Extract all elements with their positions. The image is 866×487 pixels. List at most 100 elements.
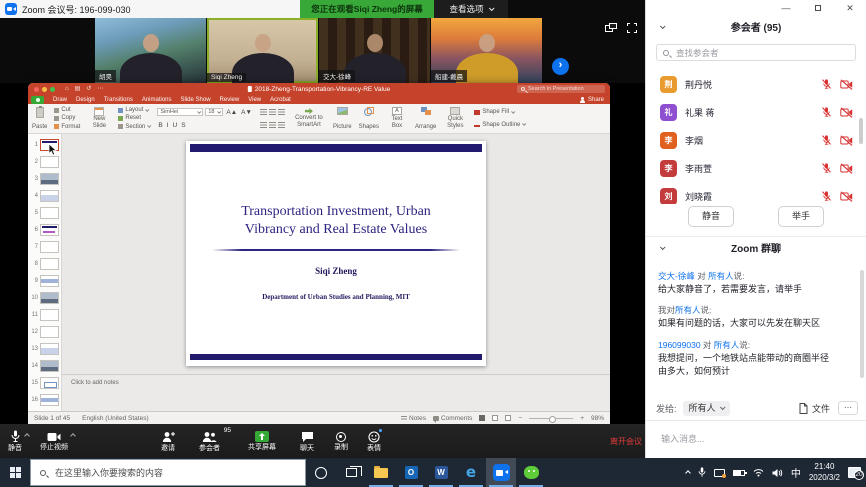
cortana-button[interactable]: [306, 458, 336, 487]
start-button[interactable]: [0, 458, 30, 487]
slide-sorter-view-button[interactable]: [492, 415, 498, 421]
layout-button[interactable]: Layout: [118, 107, 150, 113]
convert-smartart-button[interactable]: Convert to SmartArt: [292, 106, 326, 131]
participant-row[interactable]: 李 李烟: [646, 126, 866, 154]
slide-thumbnail[interactable]: 3: [28, 170, 61, 187]
word-button[interactable]: W: [426, 458, 456, 487]
file-explorer-button[interactable]: [366, 458, 396, 487]
font-size-select[interactable]: 18: [205, 108, 223, 116]
current-slide[interactable]: Transportation Investment, Urban Vibranc…: [186, 141, 486, 366]
participant-row[interactable]: 荆 荆丹悦: [646, 70, 866, 98]
share-screen-button[interactable]: 共享屏幕: [248, 431, 276, 451]
taskbar-search-input[interactable]: [53, 467, 273, 479]
picture-button[interactable]: Picture: [333, 106, 352, 131]
quick-access-toolbar[interactable]: ⌂▤↺⋯: [65, 83, 103, 95]
shape-outline-button[interactable]: Shape Outline: [474, 122, 525, 128]
shrink-font-button[interactable]: A▼: [240, 109, 253, 116]
slide-thumbnail[interactable]: 6: [28, 221, 61, 238]
zoom-in-button[interactable]: +: [580, 415, 584, 422]
reactions-button[interactable]: 表情: [367, 431, 381, 452]
next-videos-button[interactable]: ›: [552, 58, 569, 75]
quick-styles-button[interactable]: Quick Styles: [443, 106, 467, 131]
zoom-out-button[interactable]: −: [518, 415, 522, 422]
view-options-button[interactable]: 查看选项: [434, 0, 508, 18]
mac-close-button[interactable]: [34, 87, 39, 92]
section-button[interactable]: Section: [118, 124, 150, 130]
ppt-tab[interactable]: Animations: [142, 97, 172, 103]
format-painter-button[interactable]: Format: [54, 124, 80, 130]
normal-view-button[interactable]: [479, 415, 485, 421]
slide-thumbnail[interactable]: 7: [28, 238, 61, 255]
ppt-share-button[interactable]: Share: [580, 97, 604, 103]
video-tile[interactable]: 胡昊: [95, 18, 206, 83]
minimize-button[interactable]: —: [770, 2, 802, 15]
participant-search-box[interactable]: [656, 44, 856, 61]
mac-minimize-button[interactable]: [42, 87, 47, 92]
language-label[interactable]: English (United States): [82, 415, 148, 422]
ppt-search-box[interactable]: Search in Presentation: [517, 85, 605, 93]
shape-fill-button[interactable]: Shape Fill: [474, 109, 525, 115]
ppt-tab[interactable]: Transitions: [104, 97, 133, 103]
new-slide-button[interactable]: New Slide: [87, 106, 111, 131]
taskbar-clock[interactable]: 21:40 2020/3/2: [809, 462, 840, 483]
slideshow-view-button[interactable]: [505, 415, 511, 421]
action-center-button[interactable]: 20: [848, 467, 861, 478]
line-spacing-icon[interactable]: [278, 122, 285, 128]
slide-thumbnail[interactable]: 10: [28, 289, 61, 306]
slide-thumbnail[interactable]: 16: [28, 391, 61, 408]
bullet-list-icon[interactable]: [260, 109, 267, 115]
participant-scrollbar[interactable]: [859, 118, 863, 144]
outlook-button[interactable]: O: [396, 458, 426, 487]
slide-thumbnail[interactable]: 11: [28, 306, 61, 323]
align-center-icon[interactable]: [269, 122, 276, 128]
font-style-button[interactable]: U: [172, 122, 179, 129]
stop-video-button[interactable]: 停止视频: [40, 432, 68, 451]
slide-thumbnail[interactable]: 5: [28, 204, 61, 221]
shapes-button[interactable]: Shapes: [359, 106, 379, 131]
send-file-button[interactable]: 文件: [799, 402, 830, 415]
notes-pane[interactable]: Click to add notes: [62, 374, 610, 411]
participant-search-input[interactable]: [674, 47, 814, 59]
gallery-view-icon[interactable]: [605, 23, 617, 33]
arrange-button[interactable]: Arrange: [415, 106, 436, 131]
battery-icon[interactable]: [733, 470, 745, 476]
chat-scrollbar[interactable]: [860, 270, 864, 378]
font-style-button[interactable]: B: [157, 122, 163, 129]
speaker-icon[interactable]: [772, 468, 783, 478]
ime-indicator[interactable]: 中: [791, 465, 801, 480]
notes-toggle[interactable]: Notes: [401, 415, 426, 422]
participants-button[interactable]: 参会者 95: [199, 431, 220, 452]
slide-thumbnail[interactable]: 4: [28, 187, 61, 204]
fullscreen-icon[interactable]: [627, 23, 637, 33]
grow-font-button[interactable]: A▲: [225, 109, 238, 116]
record-button[interactable]: 录制: [334, 432, 348, 451]
chat-more-button[interactable]: ⋯: [838, 401, 858, 415]
close-button[interactable]: ✕: [834, 2, 866, 15]
textbox-button[interactable]: A Text Box: [386, 106, 408, 131]
taskbar-search-box[interactable]: [30, 459, 306, 486]
ppt-tab[interactable]: Review: [220, 97, 240, 103]
raise-hand-button[interactable]: 举手: [778, 206, 824, 227]
video-tile[interactable]: 交大-徐峰: [319, 18, 430, 83]
comments-toggle[interactable]: Comments: [433, 415, 472, 422]
mac-zoom-button[interactable]: [50, 87, 55, 92]
slide-thumbnail[interactable]: 12: [28, 323, 61, 340]
tray-expand-chevron[interactable]: [685, 470, 691, 476]
zoom-slider[interactable]: [529, 418, 573, 419]
tray-mic-icon[interactable]: [698, 467, 706, 478]
mute-me-button[interactable]: 静音: [688, 206, 734, 227]
ppt-tab[interactable]: Slide Show: [181, 97, 211, 103]
number-list-icon[interactable]: [269, 109, 276, 115]
video-tile[interactable]: Siqi Zheng: [207, 18, 318, 83]
font-style-button[interactable]: I: [166, 122, 170, 129]
tray-display-icon[interactable]: [714, 469, 725, 477]
task-view-button[interactable]: [336, 458, 366, 487]
maximize-button[interactable]: [802, 2, 834, 15]
mute-button[interactable]: 静音: [8, 430, 22, 452]
ppt-tab[interactable]: Design: [76, 97, 95, 103]
font-style-button[interactable]: S: [180, 122, 186, 129]
indent-icon[interactable]: [278, 109, 285, 115]
wechat-button[interactable]: [516, 458, 546, 487]
mute-options-chevron[interactable]: [24, 433, 30, 439]
edge-button[interactable]: e: [456, 458, 486, 487]
